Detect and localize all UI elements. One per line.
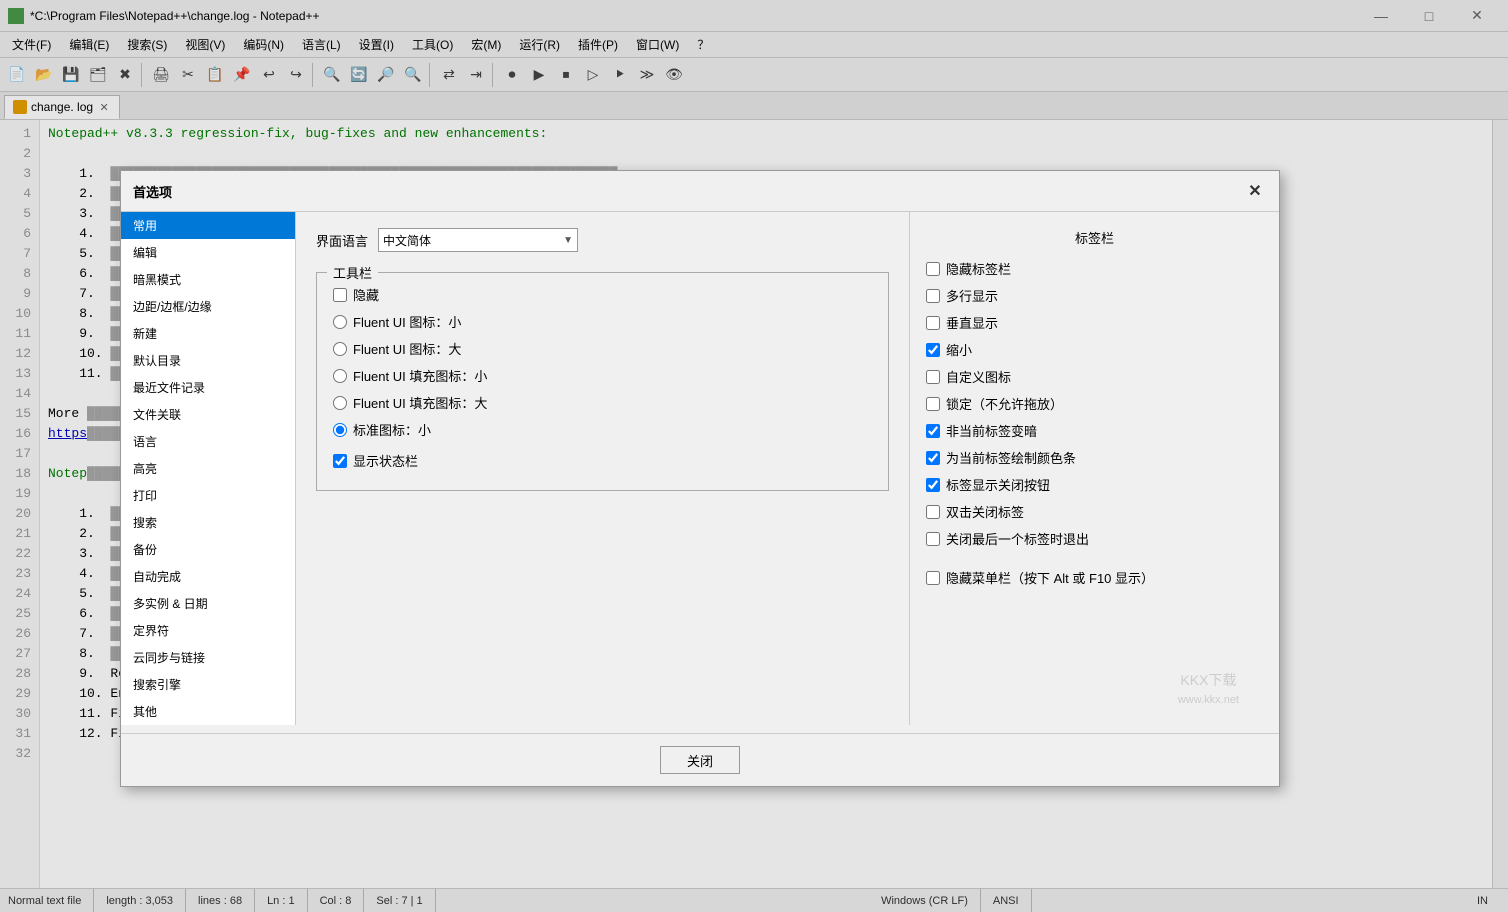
chk-hide-menubar: 隐藏菜单栏（按下 Alt 或 F10 显示）: [926, 568, 1263, 587]
sidebar-item-fileassoc[interactable]: 文件关联: [121, 401, 295, 428]
sidebar-item-cloud[interactable]: 云同步与链接: [121, 644, 295, 671]
sidebar-item-margin[interactable]: 边距/边框/边缘: [121, 293, 295, 320]
fluent-fill-large-label: Fluent UI 填充图标：大: [353, 393, 487, 412]
chk-custom-icon: 自定义图标: [926, 367, 1263, 386]
radio-standard-small: 标准图标：小: [333, 420, 872, 439]
dialog-title-text: 首选项: [133, 182, 172, 201]
sidebar-item-delimiter[interactable]: 定界符: [121, 617, 295, 644]
fluent-small-radio[interactable]: [333, 315, 347, 329]
multiline-tabbar-label: 多行显示: [946, 286, 998, 305]
sidebar-item-darkmode[interactable]: 暗黑模式: [121, 266, 295, 293]
chk-dim-inactive: 非当前标签变暗: [926, 421, 1263, 440]
shrink-tabbar-checkbox[interactable]: [926, 343, 940, 357]
colorbar-label: 为当前标签绘制颜色条: [946, 448, 1076, 467]
chk-multiline-tabbar: 多行显示: [926, 286, 1263, 305]
sidebar-item-edit[interactable]: 编辑: [121, 239, 295, 266]
radio-fluent-fill-small: Fluent UI 填充图标：小: [333, 366, 872, 385]
dialog-footer: 关闭: [121, 733, 1279, 786]
custom-icon-label: 自定义图标: [946, 367, 1011, 386]
lang-select-value: 中文简体: [383, 232, 431, 249]
lock-tabbar-checkbox[interactable]: [926, 397, 940, 411]
fluent-large-radio[interactable]: [333, 342, 347, 356]
hide-tabbar-label: 隐藏标签栏: [946, 259, 1011, 278]
exit-on-close-checkbox[interactable]: [926, 532, 940, 546]
dialog-close-button[interactable]: ✕: [1243, 179, 1267, 203]
chk-exit-on-close: 关闭最后一个标签时退出: [926, 529, 1263, 548]
fluent-small-label: Fluent UI 图标：小: [353, 312, 461, 331]
vertical-tabbar-checkbox[interactable]: [926, 316, 940, 330]
chk-vertical-tabbar: 垂直显示: [926, 313, 1263, 332]
dialog-title-bar: 首选项 ✕: [121, 171, 1279, 212]
dialog-close-btn[interactable]: 关闭: [660, 746, 740, 774]
hide-menubar-label: 隐藏菜单栏（按下 Alt 或 F10 显示）: [946, 568, 1154, 587]
dialog-sidebar: 常用 编辑 暗黑模式 边距/边框/边缘 新建 默认目录 最近文件记录 文件关联 …: [121, 212, 296, 725]
checkbox-hide-toolbar: 隐藏: [333, 285, 872, 304]
chk-dblclick-close: 双击关闭标签: [926, 502, 1263, 521]
close-btn-checkbox[interactable]: [926, 478, 940, 492]
toolbar-section-title: 工具栏: [327, 263, 378, 282]
dialog-overlay: 首选项 ✕ 常用 编辑 暗黑模式 边距/边框/边缘 新建 默认目录 最近文件记录…: [0, 0, 1508, 912]
radio-fluent-small: Fluent UI 图标：小: [333, 312, 872, 331]
chevron-down-icon: ▼: [563, 235, 573, 246]
fluent-large-label: Fluent UI 图标：大: [353, 339, 461, 358]
multiline-tabbar-checkbox[interactable]: [926, 289, 940, 303]
sidebar-item-searchengine[interactable]: 搜索引擎: [121, 671, 295, 698]
hide-tabbar-checkbox[interactable]: [926, 262, 940, 276]
lang-select[interactable]: 中文简体 ▼: [378, 228, 578, 252]
sidebar-item-search[interactable]: 搜索: [121, 509, 295, 536]
exit-on-close-label: 关闭最后一个标签时退出: [946, 529, 1089, 548]
radio-fluent-fill-large: Fluent UI 填充图标：大: [333, 393, 872, 412]
chk-hide-tabbar: 隐藏标签栏: [926, 259, 1263, 278]
lang-label: 界面语言: [316, 231, 368, 250]
colorbar-checkbox[interactable]: [926, 451, 940, 465]
hide-menubar-checkbox[interactable]: [926, 571, 940, 585]
dim-inactive-checkbox[interactable]: [926, 424, 940, 438]
chk-lock-tabbar: 锁定（不允许拖放）: [926, 394, 1263, 413]
dim-inactive-label: 非当前标签变暗: [946, 421, 1037, 440]
chk-colorbar: 为当前标签绘制颜色条: [926, 448, 1263, 467]
sidebar-item-multiinst[interactable]: 多实例 & 日期: [121, 590, 295, 617]
close-btn-label: 标签显示关闭按钮: [946, 475, 1050, 494]
lock-tabbar-label: 锁定（不允许拖放）: [946, 394, 1063, 413]
fluent-fill-small-label: Fluent UI 填充图标：小: [353, 366, 487, 385]
sidebar-item-general[interactable]: 常用: [121, 212, 295, 239]
sidebar-item-misc[interactable]: 其他: [121, 698, 295, 725]
fluent-fill-large-radio[interactable]: [333, 396, 347, 410]
dblclick-close-checkbox[interactable]: [926, 505, 940, 519]
preferences-dialog: 首选项 ✕ 常用 编辑 暗黑模式 边距/边框/边缘 新建 默认目录 最近文件记录…: [120, 170, 1280, 787]
standard-small-radio[interactable]: [333, 423, 347, 437]
sidebar-item-highlight[interactable]: 高亮: [121, 455, 295, 482]
dblclick-close-label: 双击关闭标签: [946, 502, 1024, 521]
sidebar-item-backup[interactable]: 备份: [121, 536, 295, 563]
chk-close-btn: 标签显示关闭按钮: [926, 475, 1263, 494]
tabbar-section-title: 标签栏: [926, 228, 1263, 247]
tabbar-section: 标签栏 隐藏标签栏 多行显示 垂直显示 缩小: [909, 212, 1279, 725]
vertical-tabbar-label: 垂直显示: [946, 313, 998, 332]
custom-icon-checkbox[interactable]: [926, 370, 940, 384]
sidebar-item-autocomplete[interactable]: 自动完成: [121, 563, 295, 590]
radio-fluent-large: Fluent UI 图标：大: [333, 339, 872, 358]
sidebar-item-print[interactable]: 打印: [121, 482, 295, 509]
checkbox-show-statusbar: 显示状态栏: [333, 451, 872, 470]
show-statusbar-checkbox[interactable]: [333, 454, 347, 468]
sidebar-item-recentfiles[interactable]: 最近文件记录: [121, 374, 295, 401]
shrink-tabbar-label: 缩小: [946, 340, 972, 359]
standard-small-label: 标准图标：小: [353, 420, 431, 439]
sidebar-item-language[interactable]: 语言: [121, 428, 295, 455]
sidebar-item-defaultdir[interactable]: 默认目录: [121, 347, 295, 374]
sidebar-item-new[interactable]: 新建: [121, 320, 295, 347]
fluent-fill-small-radio[interactable]: [333, 369, 347, 383]
language-row: 界面语言 中文简体 ▼: [316, 228, 889, 252]
toolbar-section: 工具栏 隐藏 Fluent UI 图标：小 Fluent UI 图标：大: [316, 272, 889, 491]
show-statusbar-label: 显示状态栏: [353, 451, 418, 470]
hide-toolbar-label: 隐藏: [353, 285, 379, 304]
chk-shrink-tabbar: 缩小: [926, 340, 1263, 359]
hide-toolbar-checkbox[interactable]: [333, 288, 347, 302]
